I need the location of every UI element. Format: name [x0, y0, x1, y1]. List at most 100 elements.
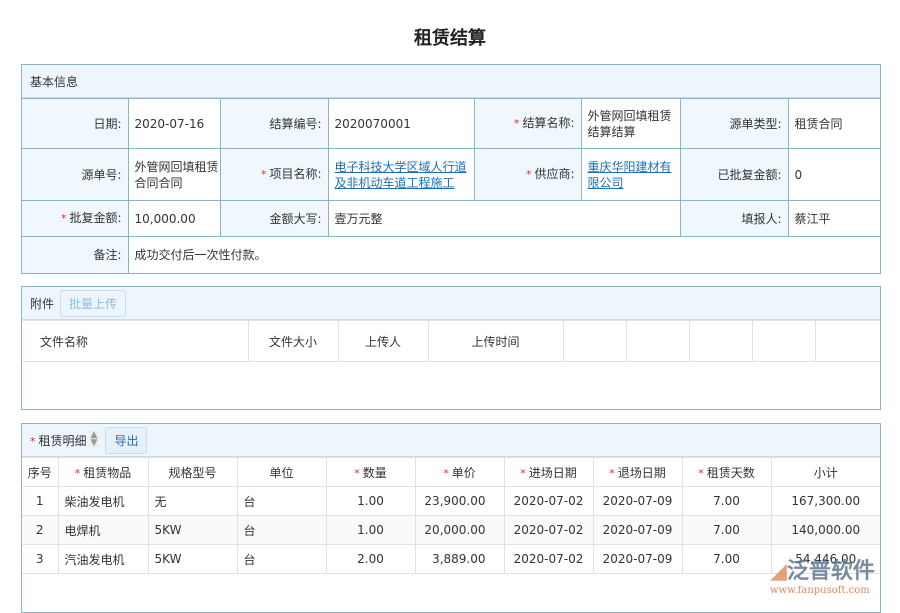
- table-cell: 2020-07-09: [593, 487, 682, 516]
- table-cell: 23,900.00: [415, 487, 504, 516]
- amount-value: 10,000.00: [128, 201, 220, 237]
- required-icon: *: [520, 467, 526, 480]
- column-header: *进场日期: [504, 458, 593, 487]
- name-label: 结算名称:: [522, 116, 574, 130]
- table-cell: 7.00: [682, 545, 771, 574]
- column-header: *数量: [326, 458, 415, 487]
- watermark-logo: ◢泛普软件 www.fanpusoft.com: [770, 553, 900, 596]
- table-cell: 140,000.00: [771, 516, 880, 545]
- column-header: 文件名称: [22, 321, 248, 362]
- column-header: [815, 321, 880, 362]
- src-no-label: 源单号:: [22, 149, 128, 201]
- table-cell: 电焊机: [58, 516, 148, 545]
- required-icon: *: [261, 168, 267, 181]
- column-label: 数量: [363, 466, 387, 480]
- page-title: 租赁结算: [0, 24, 900, 50]
- required-icon: *: [443, 467, 449, 480]
- table-cell: 1.00: [326, 487, 415, 516]
- column-header: *租赁物品: [58, 458, 148, 487]
- table-cell: 1: [22, 487, 58, 516]
- table-cell: 20,000.00: [415, 516, 504, 545]
- table-cell: 5KW: [148, 516, 237, 545]
- date-label: 日期:: [22, 99, 128, 149]
- amount-label: 批复金额:: [69, 211, 121, 225]
- table-row[interactable]: 3汽油发电机5KW台2.003,889.002020-07-022020-07-…: [22, 545, 880, 574]
- table-cell: 2020-07-02: [504, 516, 593, 545]
- table-row[interactable]: 2电焊机5KW台1.0020,000.002020-07-022020-07-0…: [22, 516, 880, 545]
- required-icon: *: [354, 467, 360, 480]
- supplier-link[interactable]: 重庆华阳建材有限公司: [588, 160, 672, 190]
- required-icon: *: [514, 117, 520, 130]
- export-button[interactable]: 导出: [105, 427, 147, 454]
- column-header: [626, 321, 689, 362]
- column-label: 小计: [814, 466, 838, 480]
- remark-label: 备注:: [22, 237, 128, 273]
- column-header: *退场日期: [593, 458, 682, 487]
- table-cell: 柴油发电机: [58, 487, 148, 516]
- column-header: [563, 321, 626, 362]
- code-value: 2020070001: [328, 99, 474, 149]
- required-icon: *: [526, 168, 532, 181]
- watermark-brand: 泛普软件: [787, 559, 875, 584]
- column-header: *租赁天数: [682, 458, 771, 487]
- table-cell: 2020-07-02: [504, 545, 593, 574]
- basic-info-header: 基本信息: [22, 65, 880, 98]
- detail-table: 序号*租赁物品规格型号单位*数量*单价*进场日期*退场日期*租赁天数小计 1柴油…: [22, 457, 880, 574]
- project-label: 项目名称:: [269, 167, 321, 181]
- basic-info-form: 日期: 2020-07-16 结算编号: 2020070001 *结算名称: 外…: [22, 98, 880, 273]
- column-label: 租赁物品: [83, 466, 131, 480]
- table-row[interactable]: 1柴油发电机无台1.0023,900.002020-07-022020-07-0…: [22, 487, 880, 516]
- table-cell: 台: [237, 487, 326, 516]
- batch-upload-button[interactable]: 批量上传: [60, 290, 126, 317]
- table-cell: 1.00: [326, 516, 415, 545]
- column-label: 规格型号: [168, 466, 216, 480]
- table-cell: 7.00: [682, 487, 771, 516]
- approved-label: 已批复金额:: [680, 149, 788, 201]
- table-cell: 2020-07-02: [504, 487, 593, 516]
- table-cell: 2.00: [326, 545, 415, 574]
- column-label: 退场日期: [618, 466, 666, 480]
- column-header: 上传时间: [428, 321, 563, 362]
- attachments-header: 附件: [30, 295, 54, 312]
- column-header: 单位: [237, 458, 326, 487]
- reporter-label: 填报人:: [680, 201, 788, 237]
- detail-panel: *租赁明细▲▼ 导出 序号*租赁物品规格型号单位*数量*单价*进场日期*退场日期…: [21, 423, 881, 613]
- project-link[interactable]: 电子科技大学区域人行道及非机动车道工程施工: [335, 160, 467, 190]
- watermark-url: www.fanpusoft.com: [770, 585, 900, 596]
- upper-label: 金额大写:: [220, 201, 328, 237]
- src-type-label: 源单类型:: [680, 99, 788, 149]
- basic-info-panel: 基本信息 日期: 2020-07-16 结算编号: 2020070001 *结算…: [21, 64, 881, 274]
- name-value: 外管网回填租赁结算结算: [581, 99, 680, 149]
- column-header: [689, 321, 752, 362]
- reporter-value: 蔡江平: [788, 201, 880, 237]
- required-icon: *: [61, 212, 67, 225]
- code-label: 结算编号:: [220, 99, 328, 149]
- required-icon: *: [75, 467, 81, 480]
- src-no-value: 外管网回填租赁合同合同: [128, 149, 220, 201]
- table-cell: 167,300.00: [771, 487, 880, 516]
- table-cell: 汽油发电机: [58, 545, 148, 574]
- column-header: *单价: [415, 458, 504, 487]
- sort-icon[interactable]: ▲▼: [89, 431, 100, 447]
- attachments-table: 文件名称文件大小上传人上传时间: [22, 320, 880, 362]
- date-value: 2020-07-16: [128, 99, 220, 149]
- column-header: 规格型号: [148, 458, 237, 487]
- upper-value: 壹万元整: [328, 201, 680, 237]
- table-cell: 3,889.00: [415, 545, 504, 574]
- column-label: 单位: [269, 466, 293, 480]
- table-cell: 台: [237, 545, 326, 574]
- required-icon: *: [698, 467, 704, 480]
- column-header: 上传人: [338, 321, 428, 362]
- table-cell: 7.00: [682, 516, 771, 545]
- column-label: 租赁天数: [707, 466, 755, 480]
- detail-header: 租赁明细: [39, 434, 87, 448]
- column-header: 文件大小: [248, 321, 338, 362]
- column-header: 序号: [22, 458, 58, 487]
- column-label: 单价: [452, 466, 476, 480]
- supplier-label: 供应商:: [534, 167, 574, 181]
- column-header: [752, 321, 815, 362]
- required-icon: *: [30, 435, 36, 448]
- column-label: 序号: [28, 466, 52, 480]
- table-cell: 台: [237, 516, 326, 545]
- src-type-value: 租赁合同: [788, 99, 880, 149]
